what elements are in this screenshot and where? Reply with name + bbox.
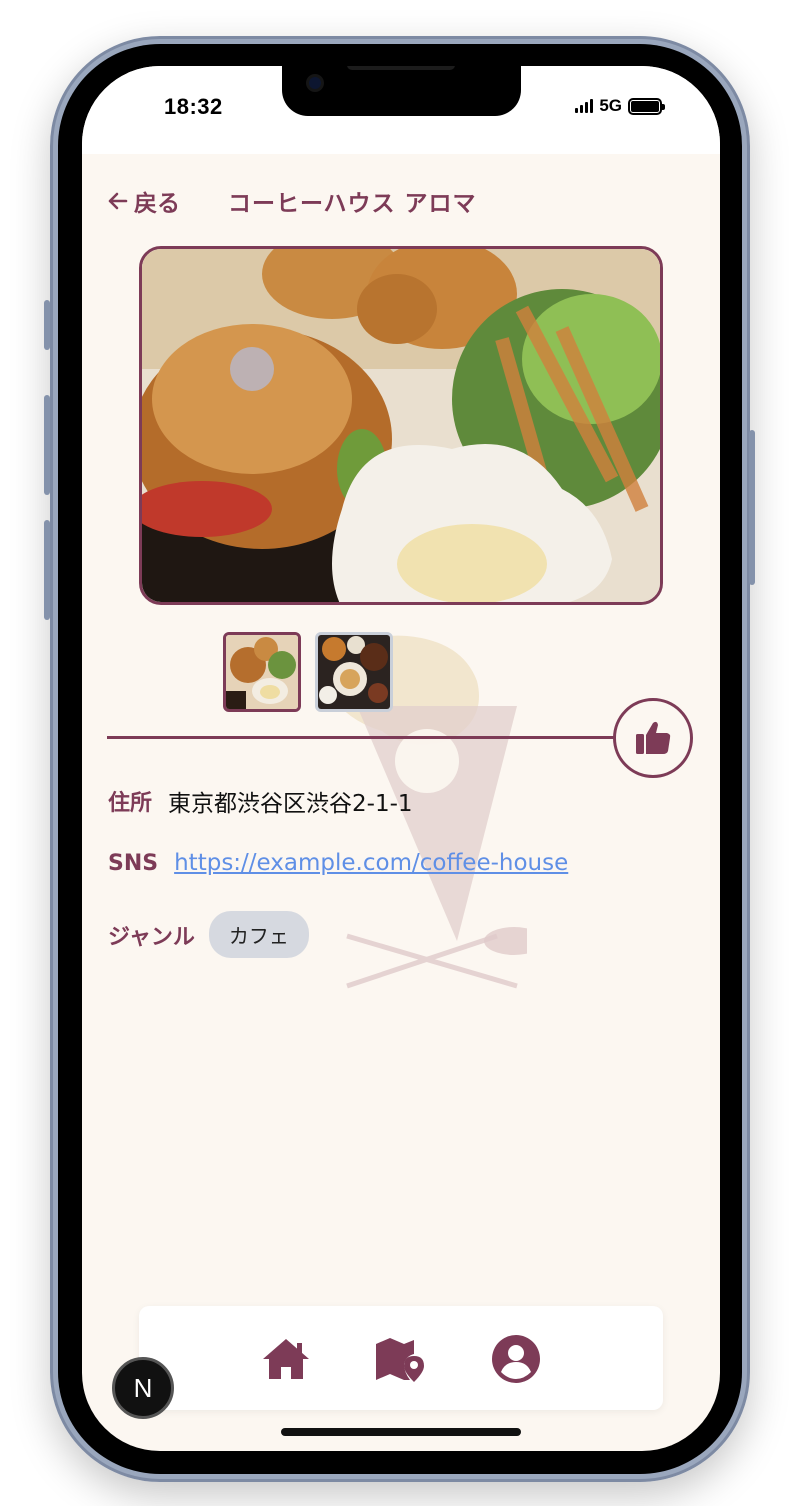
nav-profile-button[interactable] — [489, 1332, 543, 1386]
network-label: 5G — [599, 96, 622, 115]
food-thumbnail-icon — [226, 635, 298, 709]
main-photo[interactable] — [139, 246, 663, 605]
genre-row: ジャンル カフェ — [108, 911, 309, 958]
sns-label: SNS — [108, 850, 159, 876]
notch-speaker — [347, 66, 455, 70]
like-button[interactable] — [613, 698, 693, 778]
screen: 18:32 5G 戻る コーヒーハウス アロマ 住所 東京都渋谷区渋谷2-1-1… — [82, 66, 720, 1451]
next-dev-badge[interactable]: N — [112, 1357, 174, 1419]
volume-down-button — [44, 520, 50, 620]
front-camera — [306, 74, 324, 92]
silent-switch — [44, 300, 50, 350]
back-button[interactable]: 戻る — [108, 184, 180, 218]
page-title: コーヒーハウス アロマ — [228, 191, 477, 217]
bottom-nav — [139, 1306, 663, 1410]
status-time: 18:32 — [164, 94, 223, 119]
status-indicators: 5G — [575, 96, 665, 116]
thumbs-up-icon — [636, 721, 671, 754]
status-bar: 18:32 5G — [82, 66, 720, 154]
food-photo-icon — [142, 249, 660, 602]
home-indicator — [281, 1428, 521, 1436]
battery-icon — [628, 97, 665, 115]
power-button — [749, 430, 755, 585]
arrow-left-icon — [108, 192, 128, 210]
user-icon — [492, 1335, 540, 1383]
notch — [282, 66, 521, 116]
genre-chip: カフェ — [208, 911, 309, 958]
nav-map-button[interactable] — [373, 1332, 427, 1386]
address-value: 東京都渋谷区渋谷2-1-1 — [168, 791, 413, 817]
address-label: 住所 — [108, 791, 153, 816]
home-icon — [263, 1339, 309, 1379]
sns-link[interactable]: https://example.com/coffee-house — [174, 850, 568, 876]
thumbnail-2[interactable] — [315, 632, 393, 712]
header: 戻る コーヒーハウス アロマ — [108, 184, 477, 218]
genre-label: ジャンル — [108, 924, 195, 950]
nav-home-button[interactable] — [259, 1332, 313, 1386]
map-pin-icon — [376, 1338, 424, 1382]
food-thumbnail-icon — [318, 635, 390, 709]
signal-icon — [575, 99, 594, 113]
back-label: 戻る — [134, 191, 180, 217]
section-divider — [107, 736, 617, 739]
thumbnail-1[interactable] — [223, 632, 301, 712]
sns-row: SNS https://example.com/coffee-house — [108, 850, 568, 876]
address-row: 住所 東京都渋谷区渋谷2-1-1 — [108, 784, 413, 818]
volume-up-button — [44, 395, 50, 495]
